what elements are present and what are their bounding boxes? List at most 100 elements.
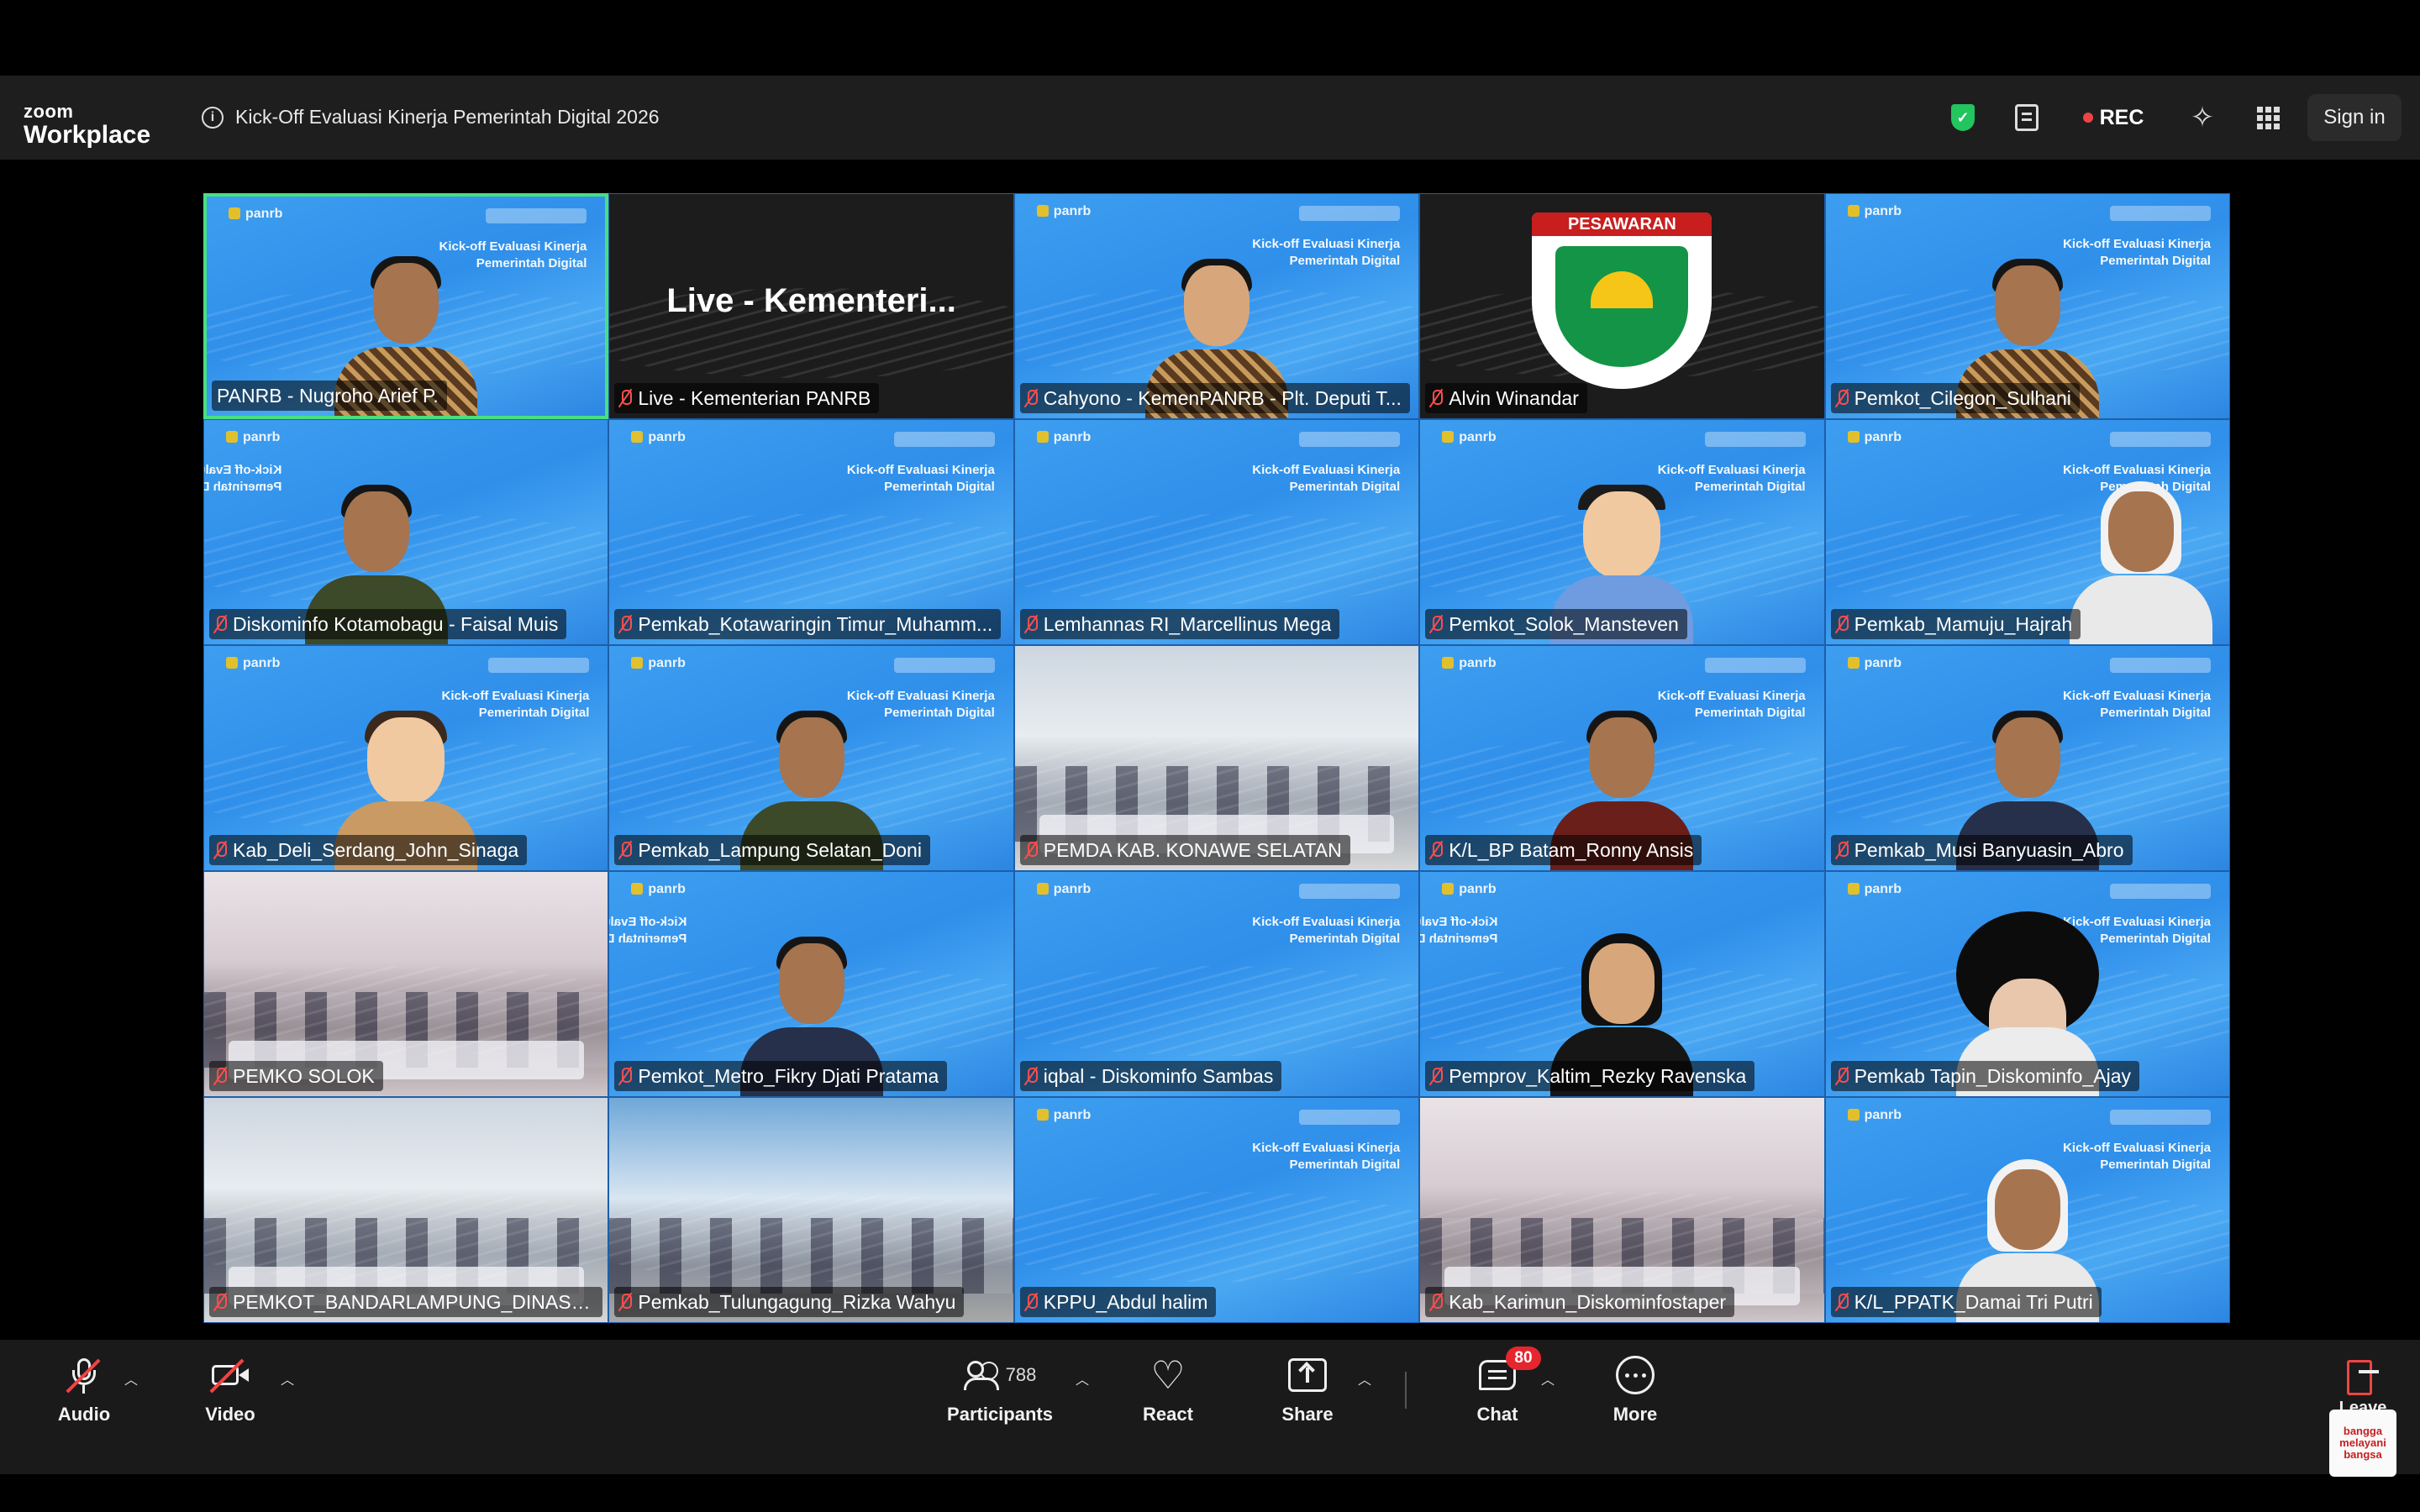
slide-banner: Kick-off Evaluasi KinerjaPemerintah Digi…: [846, 463, 995, 494]
meeting-room-people: [609, 1218, 1013, 1294]
info-icon[interactable]: i: [202, 106, 224, 129]
mic-muted-icon: [619, 841, 633, 859]
video-button[interactable]: Video: [197, 1355, 264, 1439]
slide-brand: panrb: [1848, 656, 1902, 671]
chat-button[interactable]: 80 Chat: [1464, 1347, 1541, 1439]
video-tile[interactable]: Kab_Karimun_Diskominfostaper: [1419, 1097, 1825, 1323]
mic-muted-icon: [214, 615, 227, 633]
mic-muted-icon: [1836, 841, 1849, 859]
mic-muted-icon: [1025, 389, 1038, 407]
ai-companion-button[interactable]: ✧: [2183, 94, 2222, 141]
participant-name-label: Pemkab_Tulungagung_Rizka Wahyu: [614, 1287, 965, 1317]
video-options-chevron-up-icon[interactable]: ︿: [281, 1368, 294, 1389]
video-tile[interactable]: panrb Kick-off Evaluasi KinerjaPemerinta…: [1824, 871, 2230, 1097]
video-tile[interactable]: panrb Kick-off Evaluasi KinerjaPemerinta…: [608, 645, 1014, 871]
video-tile[interactable]: panrb Kick-off Evaluasi KinerjaPemerinta…: [1013, 419, 1420, 645]
slide-corner-logos: [2109, 206, 2211, 221]
slide-brand: panrb: [1037, 204, 1091, 219]
recording-indicator[interactable]: REC: [2075, 94, 2151, 141]
slide-corner-logos: [1704, 432, 1806, 447]
slide-brand: panrb: [631, 430, 685, 445]
video-tile[interactable]: Live - Kementeri... Live - Kementerian P…: [608, 193, 1014, 419]
participants-button[interactable]: 788 Participants: [941, 1355, 1059, 1439]
mic-muted-icon: [619, 1293, 633, 1311]
video-tile[interactable]: panrb Kick-off Evaluasi KinerjaPemerinta…: [1013, 1097, 1420, 1323]
video-tile[interactable]: panrb Kick-off Evaluasi KinerjaPemerinta…: [1824, 193, 2230, 419]
participant-name-label: K/L_BP Batam_Ronny Ansis: [1425, 835, 1702, 865]
participant-name-label: KPPU_Abdul halim: [1019, 1287, 1217, 1317]
emblem-band: PESAWARAN: [1532, 213, 1712, 236]
slide-banner: Kick-off Evaluasi KinerjaPemerintah Digi…: [609, 915, 687, 946]
participants-icon: [963, 1361, 999, 1390]
video-tile[interactable]: Pemkab_Tulungagung_Rizka Wahyu: [608, 1097, 1014, 1323]
video-tile[interactable]: PEMKOT_BANDARLAMPUNG_DINASKO...: [203, 1097, 609, 1323]
slide-corner-logos: [1299, 1110, 1401, 1125]
slide-corner-logos: [488, 658, 590, 673]
participant-name-label: Cahyono - KemenPANRB - Plt. Deputi T...: [1019, 383, 1410, 413]
video-tile[interactable]: panrb Kick-off Evaluasi KinerjaPemerinta…: [203, 645, 609, 871]
video-tile[interactable]: panrb Kick-off Evaluasi KinerjaPemerinta…: [1419, 419, 1825, 645]
bangga-melayani-bangsa-logo: bangga melayani bangsa: [2329, 1410, 2396, 1477]
slide-brand: panrb: [1442, 430, 1496, 445]
mic-muted-icon: [619, 1067, 633, 1085]
sign-in-button[interactable]: Sign in: [2307, 94, 2402, 141]
security-button[interactable]: ✓: [1946, 94, 1980, 141]
video-tile[interactable]: PESAWARAN Alvin Winandar: [1419, 193, 1825, 419]
mic-muted-icon: [214, 841, 227, 859]
video-tile[interactable]: panrb Kick-off Evaluasi KinerjaPemerinta…: [1419, 645, 1825, 871]
video-tile[interactable]: panrb Kick-off Evaluasi KinerjaPemerinta…: [1824, 419, 2230, 645]
mic-muted-icon: [1836, 1293, 1849, 1311]
participant-name-label: PEMDA KAB. KONAWE SELATAN: [1019, 835, 1350, 865]
participants-options-chevron-up-icon[interactable]: ︿: [1076, 1368, 1089, 1389]
audio-options-chevron-up-icon[interactable]: ︿: [124, 1368, 138, 1389]
rec-label: REC: [2099, 105, 2144, 129]
slide-banner: Kick-off Evaluasi KinerjaPemerintah Digi…: [1252, 463, 1401, 494]
slide-brand: panrb: [1848, 1108, 1902, 1123]
shield-icon: ✓: [1951, 104, 1975, 131]
slide-brand: panrb: [1442, 882, 1496, 897]
sparkle-icon: ✧: [2190, 102, 2215, 134]
participant-video: [2069, 476, 2212, 644]
video-tile[interactable]: panrb Kick-off Evaluasi KinerjaPemerinta…: [608, 419, 1014, 645]
meeting-info[interactable]: i Kick-Off Evaluasi Kinerja Pemerintah D…: [202, 106, 660, 129]
more-button[interactable]: More: [1602, 1355, 1669, 1439]
slide-brand: panrb: [226, 656, 280, 671]
slide-brand: panrb: [226, 430, 280, 445]
notes-icon: [2015, 104, 2039, 131]
slide-brand: panrb: [1037, 1108, 1091, 1123]
notes-button[interactable]: [2008, 94, 2045, 141]
mic-muted-icon: [1025, 615, 1038, 633]
meeting-title: Kick-Off Evaluasi Kinerja Pemerintah Dig…: [235, 106, 660, 128]
video-tile[interactable]: panrb Kick-off Evaluasi KinerjaPemerinta…: [1013, 871, 1420, 1097]
video-tile[interactable]: panrb Kick-off Evaluasi KinerjaPemerinta…: [608, 871, 1014, 1097]
participant-name-label: Pemprov_Kaltim_Rezky Ravenska: [1425, 1061, 1755, 1091]
video-tile[interactable]: panrb Kick-off Evaluasi KinerjaPemerinta…: [1013, 193, 1420, 419]
participant-name-label: PEMKO SOLOK: [209, 1061, 383, 1091]
mic-muted-icon: [1836, 389, 1849, 407]
camera-off-icon: [208, 1355, 252, 1395]
mic-muted-icon: [1430, 841, 1444, 859]
participant-name-label: Pemkot_Metro_Fikry Djati Pratama: [614, 1061, 948, 1091]
apps-button[interactable]: [2249, 94, 2287, 141]
video-tile[interactable]: panrb Kick-off Evaluasi KinerjaPemerinta…: [1824, 645, 2230, 871]
leave-button[interactable]: Leave bangga melayani bangsa: [2328, 1355, 2398, 1477]
share-screen-icon: [1288, 1358, 1327, 1392]
slide-brand: panrb: [1848, 430, 1902, 445]
share-button[interactable]: Share: [1274, 1355, 1341, 1439]
video-tile[interactable]: panrb Kick-off Evaluasi KinerjaPemerinta…: [203, 419, 609, 645]
video-tile[interactable]: panrb Kick-off Evaluasi KinerjaPemerinta…: [1419, 871, 1825, 1097]
share-options-chevron-up-icon[interactable]: ︿: [1358, 1368, 1371, 1389]
react-button[interactable]: ♡ React: [1134, 1355, 1202, 1439]
slide-banner: Kick-off Evaluasi KinerjaPemerintah Digi…: [1252, 1141, 1401, 1172]
video-tile[interactable]: panrb Kick-off Evaluasi KinerjaPemerinta…: [1824, 1097, 2230, 1323]
video-tile[interactable]: PEMDA KAB. KONAWE SELATAN: [1013, 645, 1420, 871]
slide-banner: Kick-off Evaluasi KinerjaPemerintah Digi…: [1420, 915, 1498, 946]
video-tile[interactable]: PEMKO SOLOK: [203, 871, 609, 1097]
chat-options-chevron-up-icon[interactable]: ︿: [1541, 1368, 1555, 1389]
mic-muted-icon: [1430, 1293, 1444, 1311]
participants-count: 788: [1005, 1364, 1037, 1385]
participant-name-label: PANRB - Nugroho Arief P.: [212, 381, 447, 411]
audio-button[interactable]: Audio: [50, 1355, 118, 1439]
video-tile[interactable]: panrb Kick-off Evaluasi KinerjaPemerinta…: [203, 193, 609, 419]
mic-muted-icon: [1025, 1293, 1038, 1311]
